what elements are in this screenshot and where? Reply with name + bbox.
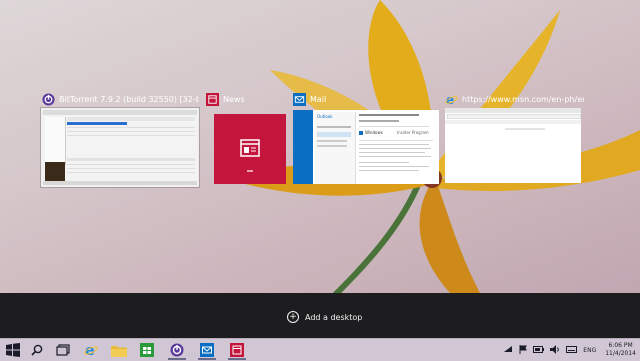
window-title-bar: e https://www.msn.com/en-ph/enterta... bbox=[444, 90, 584, 108]
window-thumbnail-ie[interactable]: e https://www.msn.com/en-ph/enterta... bbox=[444, 90, 584, 108]
plus-icon: + bbox=[287, 311, 299, 323]
window-thumbnail-mail[interactable]: Mail bbox=[292, 90, 442, 108]
keyboard-icon[interactable] bbox=[566, 345, 578, 355]
internet-explorer-icon: e bbox=[444, 92, 458, 106]
window-title: https://www.msn.com/en-ph/enterta... bbox=[462, 94, 584, 104]
window-title: Mail bbox=[310, 94, 327, 104]
language-indicator[interactable]: ENG bbox=[583, 347, 596, 354]
ie-preview[interactable] bbox=[445, 108, 581, 183]
mail-icon bbox=[200, 343, 214, 357]
taskbar-bittorrent[interactable] bbox=[164, 339, 190, 361]
taskbar: e ENG 6:06 PM 11/4/2014 bbox=[0, 338, 640, 361]
bittorrent-icon bbox=[41, 92, 55, 106]
window-title-bar: Mail bbox=[292, 90, 442, 108]
search-button[interactable] bbox=[24, 339, 50, 361]
bittorrent-preview bbox=[43, 110, 197, 185]
system-tray: ENG 6:06 PM 11/4/2014 bbox=[500, 339, 636, 361]
mail-preview[interactable]: Outlook Windows Insider Program bbox=[293, 110, 439, 184]
clock[interactable]: 6:06 PM 11/4/2014 bbox=[605, 342, 636, 358]
taskbar-file-explorer[interactable] bbox=[106, 339, 132, 361]
news-icon bbox=[230, 343, 244, 357]
window-title: BitTorrent 7.9.2 (build 32550) [32-bit] bbox=[59, 94, 199, 104]
taskbar-store[interactable] bbox=[134, 339, 160, 361]
mail-app-title: Outlook bbox=[317, 114, 333, 119]
mail-brand: Windows bbox=[359, 130, 383, 135]
file-explorer-icon bbox=[111, 345, 127, 357]
window-title-bar: BitTorrent 7.9.2 (build 32550) [32-bit] bbox=[41, 90, 199, 108]
start-button[interactable] bbox=[0, 339, 26, 361]
mail-icon bbox=[292, 92, 306, 106]
window-title: News bbox=[223, 94, 245, 104]
battery-icon[interactable] bbox=[533, 345, 545, 355]
clock-date: 11/4/2014 bbox=[605, 350, 636, 357]
taskbar-internet-explorer[interactable]: e bbox=[78, 339, 104, 361]
mail-insider: Insider Program bbox=[397, 130, 429, 135]
network-icon[interactable] bbox=[503, 345, 513, 355]
news-preview[interactable] bbox=[214, 114, 286, 184]
taskbar-mail[interactable] bbox=[194, 339, 220, 361]
news-icon bbox=[205, 92, 219, 106]
start-icon bbox=[6, 343, 20, 357]
clock-time: 6:06 PM bbox=[608, 342, 633, 349]
window-thumbnail-bittorrent[interactable]: BitTorrent 7.9.2 (build 32550) [32-bit] bbox=[41, 90, 199, 108]
internet-explorer-icon: e bbox=[84, 343, 98, 357]
selected-window-frame[interactable] bbox=[41, 108, 199, 187]
store-icon bbox=[140, 343, 154, 357]
window-thumbnail-news[interactable]: News bbox=[205, 90, 285, 108]
task-view-icon bbox=[56, 344, 70, 356]
add-desktop-button[interactable]: + Add a desktop bbox=[287, 311, 362, 323]
mail-brand-text: Windows bbox=[365, 130, 383, 135]
flag-icon[interactable] bbox=[519, 344, 528, 356]
taskbar-news[interactable] bbox=[224, 339, 250, 361]
volume-icon[interactable] bbox=[550, 344, 560, 356]
task-view-button[interactable] bbox=[50, 339, 76, 361]
bittorrent-icon bbox=[170, 343, 184, 357]
add-desktop-label: Add a desktop bbox=[305, 312, 363, 322]
search-icon bbox=[31, 344, 43, 356]
news-icon bbox=[240, 139, 260, 157]
window-title-bar: News bbox=[205, 90, 285, 108]
